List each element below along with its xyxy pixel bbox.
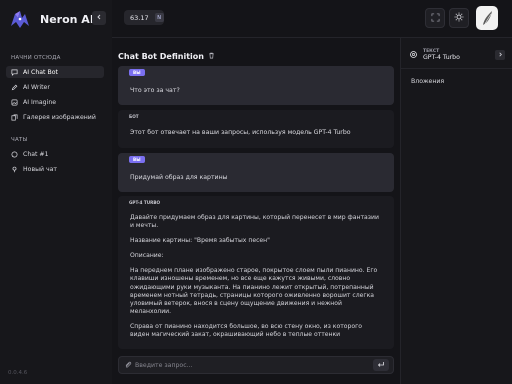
logo-icon[interactable] bbox=[8, 8, 32, 30]
chat-area: Chat Bot Definition ВЫ Что это за чат? Б… bbox=[112, 38, 400, 384]
token-balance[interactable]: 63.17 N bbox=[124, 10, 164, 25]
chat-title-row: Chat Bot Definition bbox=[118, 52, 215, 61]
message-paragraph: Название картины: "Время забытых песен" bbox=[130, 237, 270, 245]
message-paragraph: Описание: bbox=[130, 252, 164, 260]
sidebar-chat-item[interactable]: Chat #1 bbox=[6, 148, 104, 160]
message-paragraph: Давайте придумаем образ для картины, кот… bbox=[130, 214, 379, 230]
app-title: Neron AI bbox=[40, 13, 94, 26]
chat-title: Chat Bot Definition bbox=[118, 52, 204, 61]
chat-message-bot: БОТ Этот бот отвечает на ваши запросы, и… bbox=[118, 110, 394, 148]
trash-icon[interactable] bbox=[208, 52, 215, 61]
chat-message-user: ВЫ Придумай образ для картины bbox=[118, 153, 394, 192]
theme-toggle-button[interactable] bbox=[449, 8, 469, 28]
message-paragraph: Справа от пианино находится большое, во … bbox=[130, 322, 363, 338]
prompt-input[interactable] bbox=[135, 359, 355, 371]
message-text: Этот бот отвечает на ваши запросы, испол… bbox=[130, 129, 351, 136]
app-version: 0.0.4.6 bbox=[8, 370, 28, 376]
fullscreen-button[interactable] bbox=[425, 8, 445, 28]
paperclip-icon[interactable] bbox=[124, 361, 132, 369]
message-paragraph: На переднем плане изображено старое, пок… bbox=[130, 267, 378, 315]
sidebar-new-chat[interactable]: Новый чат bbox=[6, 163, 104, 175]
sidebar-chat-label: Новый чат bbox=[23, 165, 58, 173]
chevron-left-icon bbox=[96, 14, 102, 22]
send-button[interactable] bbox=[373, 359, 389, 371]
message-text: Придумай образ для картины bbox=[130, 174, 228, 181]
sidebar-item-ai-writer[interactable]: AI Writer bbox=[6, 81, 104, 93]
sidebar-item-label: AI Chat Bot bbox=[23, 68, 58, 76]
sidebar-item-label: AI Imagine bbox=[23, 98, 57, 106]
sidebar-item-ai-imagine[interactable]: AI Imagine bbox=[6, 96, 104, 108]
sidebar-item-label: Галерея изображений bbox=[23, 113, 96, 121]
model-selector[interactable]: ТЕКСТ GPT-4 Turbo bbox=[407, 44, 507, 66]
sidebar-item-label: AI Writer bbox=[23, 83, 50, 91]
collapse-sidebar-button[interactable] bbox=[92, 11, 106, 25]
chat-icon bbox=[11, 69, 18, 76]
divider bbox=[401, 68, 512, 69]
sun-icon bbox=[454, 12, 464, 24]
message-badge: БОТ bbox=[129, 114, 139, 119]
message-body: Давайте придумаем образ для картины, кот… bbox=[130, 214, 382, 338]
model-name: GPT-4 Turbo bbox=[423, 54, 460, 61]
message-badge: GPT-4 TURBO bbox=[129, 200, 161, 205]
sidebar-item-gallery[interactable]: Галерея изображений bbox=[6, 111, 104, 123]
sidebar-item-ai-chat-bot[interactable]: AI Chat Bot bbox=[6, 66, 104, 78]
token-badge-icon: N bbox=[154, 13, 164, 22]
attachments-label[interactable]: Вложения bbox=[411, 78, 444, 85]
openai-icon bbox=[409, 50, 418, 61]
right-panel: ТЕКСТ GPT-4 Turbo Вложения bbox=[400, 38, 512, 384]
chat-message-bot: GPT-4 TURBO Давайте придумаем образ для … bbox=[118, 196, 394, 349]
chevron-right-icon bbox=[498, 51, 503, 59]
pen-icon bbox=[11, 84, 18, 91]
enter-icon bbox=[377, 361, 385, 370]
model-info: ТЕКСТ GPT-4 Turbo bbox=[423, 49, 460, 61]
message-text: Что это за чат? bbox=[130, 87, 180, 94]
image-icon bbox=[11, 99, 18, 106]
avatar[interactable] bbox=[476, 6, 498, 30]
topbar: 63.17 N bbox=[112, 0, 512, 38]
sidebar: Neron AI НАЧНИ ОТСЮДА AI Chat Bot AI Wri… bbox=[0, 0, 112, 384]
expand-panel-button[interactable] bbox=[495, 50, 505, 60]
section-label-chats: ЧАТЫ bbox=[11, 137, 28, 143]
message-badge: ВЫ bbox=[129, 69, 145, 76]
message-badge: ВЫ bbox=[129, 156, 145, 163]
pin-icon bbox=[11, 166, 18, 173]
chat-icon bbox=[11, 151, 18, 158]
section-label-start: НАЧНИ ОТСЮДА bbox=[11, 55, 61, 61]
sidebar-chat-label: Chat #1 bbox=[23, 150, 49, 158]
prompt-input-box bbox=[118, 356, 394, 374]
fullscreen-icon bbox=[430, 12, 440, 24]
token-balance-value: 63.17 bbox=[130, 13, 149, 22]
chat-message-user: ВЫ Что это за чат? bbox=[118, 66, 394, 105]
gallery-icon bbox=[11, 114, 18, 121]
